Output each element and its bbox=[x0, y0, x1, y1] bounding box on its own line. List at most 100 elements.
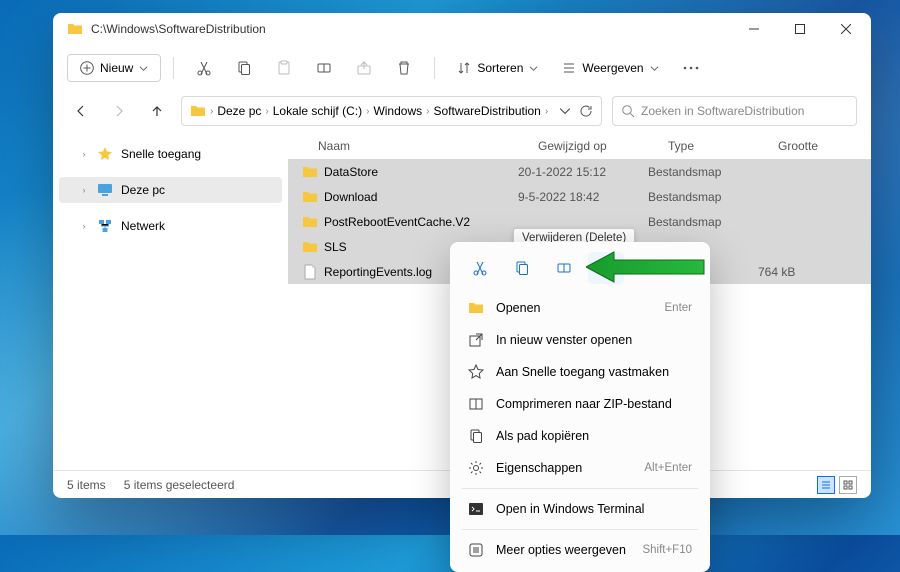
maximize-button[interactable] bbox=[777, 13, 823, 45]
chevron-right-icon: › bbox=[210, 106, 213, 117]
chevron-right-icon: › bbox=[366, 106, 369, 117]
context-icon-row bbox=[456, 248, 704, 292]
column-type[interactable]: Type bbox=[668, 139, 778, 153]
sidebar-item-this-pc[interactable]: › Deze pc bbox=[59, 177, 282, 203]
ctx-open[interactable]: Openen Enter bbox=[456, 292, 704, 324]
ctx-item-label: In nieuw venster openen bbox=[496, 333, 692, 347]
column-size[interactable]: Grootte bbox=[778, 139, 861, 153]
copy-path-icon bbox=[468, 428, 484, 444]
file-name: PostRebootEventCache.V2 bbox=[324, 215, 470, 229]
ctx-item-label: Als pad kopiëren bbox=[496, 429, 692, 443]
context-menu: Openen Enter In nieuw venster openen Aan… bbox=[450, 242, 710, 572]
ctx-open-terminal[interactable]: Open in Windows Terminal bbox=[456, 493, 704, 525]
ctx-item-label: Open in Windows Terminal bbox=[496, 502, 692, 516]
close-button[interactable] bbox=[823, 13, 869, 45]
minimize-button[interactable] bbox=[731, 13, 777, 45]
breadcrumb-item[interactable]: SoftwareDistribution bbox=[433, 104, 540, 118]
copy-button[interactable] bbox=[226, 50, 262, 86]
chevron-right-icon: › bbox=[426, 106, 429, 117]
file-name: Download bbox=[324, 190, 377, 204]
file-size: 764 kB bbox=[758, 265, 861, 279]
back-button[interactable] bbox=[67, 97, 95, 125]
folder-icon bbox=[468, 300, 484, 316]
ctx-copy-path[interactable]: Als pad kopiëren bbox=[456, 420, 704, 452]
sort-icon bbox=[457, 61, 471, 75]
sidebar-item-label: Deze pc bbox=[121, 183, 165, 197]
ctx-item-label: Openen bbox=[496, 301, 653, 315]
ctx-item-label: Meer opties weergeven bbox=[496, 543, 630, 557]
new-button[interactable]: Nieuw bbox=[67, 54, 161, 82]
folder-icon bbox=[67, 21, 83, 37]
separator bbox=[173, 57, 174, 79]
sidebar-item-network[interactable]: › Netwerk bbox=[59, 213, 282, 239]
forward-button[interactable] bbox=[105, 97, 133, 125]
more-button[interactable] bbox=[673, 50, 709, 86]
plus-circle-icon bbox=[80, 61, 94, 75]
details-view-button[interactable] bbox=[817, 476, 835, 494]
view-toggles bbox=[817, 476, 857, 494]
search-input[interactable]: Zoeken in SoftwareDistribution bbox=[612, 96, 857, 126]
breadcrumb[interactable]: › Deze pc › Lokale schijf (C:) › Windows… bbox=[181, 96, 602, 126]
folder-icon bbox=[302, 239, 318, 255]
ctx-open-new-window[interactable]: In nieuw venster openen bbox=[456, 324, 704, 356]
ctx-copy-button[interactable] bbox=[504, 252, 540, 284]
folder-icon bbox=[302, 164, 318, 180]
file-icon bbox=[302, 264, 318, 280]
terminal-icon bbox=[468, 501, 484, 517]
ctx-more-options[interactable]: Meer opties weergeven Shift+F10 bbox=[456, 534, 704, 566]
refresh-icon[interactable] bbox=[579, 104, 593, 118]
column-modified[interactable]: Gewijzigd op bbox=[538, 139, 668, 153]
chevron-down-icon bbox=[650, 64, 659, 73]
breadcrumb-item[interactable]: Lokale schijf (C:) bbox=[273, 104, 362, 118]
ctx-item-label: Eigenschappen bbox=[496, 461, 632, 475]
ctx-item-label: Aan Snelle toegang vastmaken bbox=[496, 365, 692, 379]
view-button[interactable]: Weergeven bbox=[552, 55, 668, 81]
chevron-right-icon: › bbox=[79, 149, 89, 159]
paste-button[interactable] bbox=[266, 50, 302, 86]
cut-button[interactable] bbox=[186, 50, 222, 86]
ctx-properties[interactable]: Eigenschappen Alt+Enter bbox=[456, 452, 704, 484]
open-new-icon bbox=[468, 332, 484, 348]
sidebar-item-quick-access[interactable]: › Snelle toegang bbox=[59, 141, 282, 167]
ctx-compress-zip[interactable]: Comprimeren naar ZIP-bestand bbox=[456, 388, 704, 420]
up-button[interactable] bbox=[143, 97, 171, 125]
search-placeholder: Zoeken in SoftwareDistribution bbox=[641, 104, 804, 118]
chevron-right-icon: › bbox=[265, 106, 268, 117]
selection-count: 5 items geselecteerd bbox=[124, 478, 235, 492]
file-modified: 9-5-2022 18:42 bbox=[518, 190, 648, 204]
sort-button[interactable]: Sorteren bbox=[447, 55, 548, 81]
table-row[interactable]: Download 9-5-2022 18:42 Bestandsmap bbox=[288, 184, 871, 209]
folder-icon bbox=[190, 103, 206, 119]
chevron-right-icon: › bbox=[79, 185, 89, 195]
breadcrumb-item[interactable]: Windows bbox=[373, 104, 422, 118]
chevron-right-icon: › bbox=[79, 221, 89, 231]
zip-icon bbox=[468, 396, 484, 412]
ctx-item-label: Comprimeren naar ZIP-bestand bbox=[496, 397, 692, 411]
more-icon bbox=[468, 542, 484, 558]
column-name[interactable]: Naam bbox=[318, 139, 538, 153]
view-label: Weergeven bbox=[582, 61, 643, 75]
ctx-rename-button[interactable] bbox=[546, 252, 582, 284]
delete-button[interactable] bbox=[386, 50, 422, 86]
breadcrumb-item[interactable]: Deze pc bbox=[217, 104, 261, 118]
file-modified: 20-1-2022 15:12 bbox=[518, 165, 648, 179]
grid-view-button[interactable] bbox=[839, 476, 857, 494]
chevron-down-icon[interactable] bbox=[559, 105, 571, 117]
ctx-pin-quick-access[interactable]: Aan Snelle toegang vastmaken bbox=[456, 356, 704, 388]
file-name: ReportingEvents.log bbox=[324, 265, 432, 279]
address-bar: › Deze pc › Lokale schijf (C:) › Windows… bbox=[53, 91, 871, 131]
ctx-cut-button[interactable] bbox=[462, 252, 498, 284]
ctx-delete-button[interactable] bbox=[588, 252, 624, 284]
network-icon bbox=[97, 218, 113, 234]
ctx-item-accel: Shift+F10 bbox=[642, 544, 692, 556]
column-headers[interactable]: Naam Gewijzigd op Type Grootte bbox=[288, 131, 871, 159]
table-row[interactable]: DataStore 20-1-2022 15:12 Bestandsmap bbox=[288, 159, 871, 184]
sidebar: › Snelle toegang › Deze pc › Netwerk bbox=[53, 131, 288, 470]
share-button[interactable] bbox=[346, 50, 382, 86]
rename-button[interactable] bbox=[306, 50, 342, 86]
file-name: DataStore bbox=[324, 165, 378, 179]
ctx-item-accel: Alt+Enter bbox=[644, 462, 692, 474]
ctx-item-accel: Enter bbox=[665, 302, 693, 314]
sidebar-item-label: Netwerk bbox=[121, 219, 165, 233]
folder-icon bbox=[302, 189, 318, 205]
